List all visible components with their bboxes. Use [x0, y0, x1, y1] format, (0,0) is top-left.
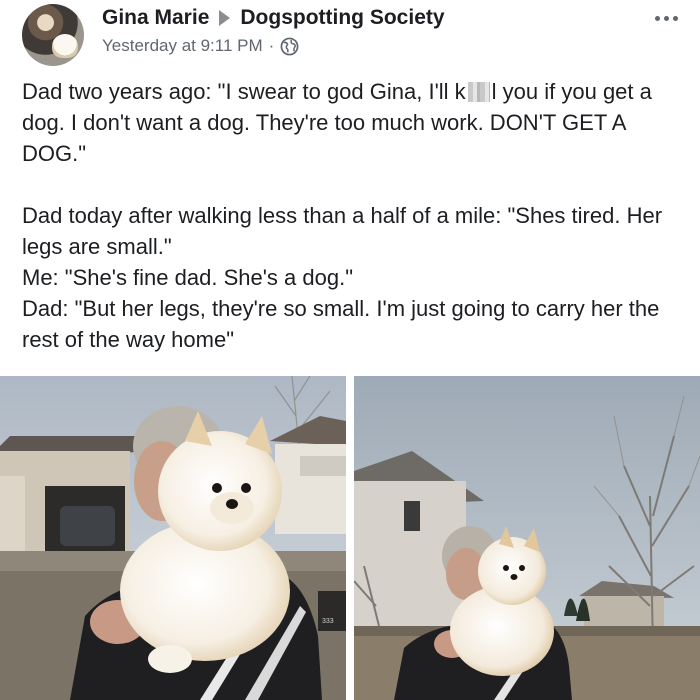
author-avatar[interactable]	[22, 4, 84, 66]
post-meta: Yesterday at 9:11 PM ·	[102, 33, 299, 59]
more-options-icon[interactable]	[648, 4, 684, 32]
post-header: Gina Marie Dogspotting Society Yesterday…	[0, 0, 700, 68]
dot	[654, 15, 660, 21]
group-name[interactable]: Dogspotting Society	[240, 6, 444, 30]
mailbox-number: 333	[322, 618, 334, 625]
avatar-dog	[52, 34, 78, 58]
paragraph-dad-carry: Dad: "But her legs, they're so small. I'…	[22, 296, 660, 352]
dot	[672, 15, 678, 21]
post-timestamp[interactable]: Yesterday at 9:11 PM	[102, 36, 263, 56]
dot	[663, 15, 669, 21]
man-holding-pomeranian-wide-photo[interactable]	[354, 376, 700, 700]
meta-separator: ·	[268, 36, 275, 55]
post-text: Dad two years ago: "I swear to god Gina,…	[22, 76, 682, 355]
author-name[interactable]: Gina Marie	[102, 6, 209, 30]
man-holding-pomeranian-photo[interactable]: 333	[0, 376, 346, 700]
censored-word	[467, 82, 490, 102]
paragraph-dad-two-years-ago: Dad two years ago: "I swear to god Gina,…	[22, 79, 652, 166]
paragraph-dad-today: Dad today after walking less than a half…	[22, 203, 663, 259]
author-line: Gina Marie Dogspotting Society	[102, 4, 445, 32]
paragraph-me: Me: "She's fine dad. She's a dog."	[22, 265, 353, 290]
right-arrow-icon	[219, 10, 231, 26]
globe-icon	[280, 37, 299, 55]
